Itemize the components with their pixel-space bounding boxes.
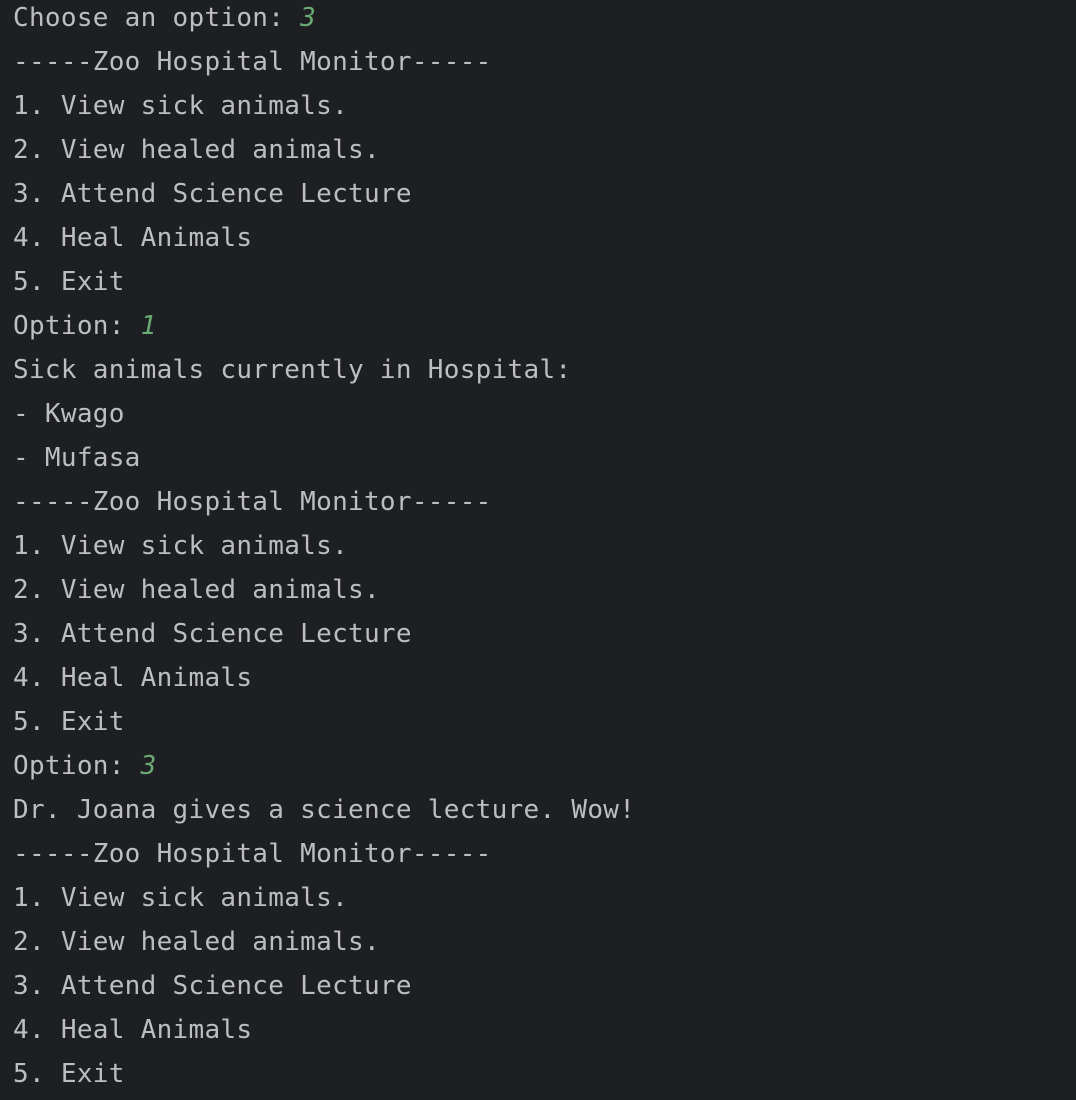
menu-option-2: 2. View healed animals.	[13, 575, 380, 605]
menu-option-1: 1. View sick animals.	[13, 531, 349, 561]
animal-list-item: - Mufasa	[13, 443, 141, 473]
animal-list-item: - Kwago	[13, 399, 125, 429]
prompt-line: Option: 3	[13, 748, 157, 792]
menu-option-4: 4. Heal Animals	[13, 223, 253, 253]
console-output[interactable]: Choose an option: 3 -----Zoo Hospital Mo…	[0, 0, 1076, 1098]
output-line: Sick animals currently in Hospital:	[13, 355, 572, 385]
user-input-value: 1	[140, 311, 157, 341]
prompt-line: Choose an option: 3	[13, 0, 316, 44]
menu-option-3: 3. Attend Science Lecture	[13, 179, 412, 209]
menu-option-5: 5. Exit	[13, 1059, 125, 1089]
menu-option-3: 3. Attend Science Lecture	[13, 619, 412, 649]
menu-option-1: 1. View sick animals.	[13, 883, 349, 913]
menu-header: -----Zoo Hospital Monitor-----	[13, 839, 492, 869]
output-line: Dr. Joana gives a science lecture. Wow!	[13, 795, 636, 825]
menu-option-2: 2. View healed animals.	[13, 927, 380, 957]
menu-option-5: 5. Exit	[13, 707, 125, 737]
menu-header: -----Zoo Hospital Monitor-----	[13, 487, 492, 517]
menu-option-5: 5. Exit	[13, 267, 125, 297]
menu-header: -----Zoo Hospital Monitor-----	[13, 47, 492, 77]
prompt-line: Option: 1	[13, 308, 157, 352]
menu-option-2: 2. View healed animals.	[13, 135, 380, 165]
user-input-value: 3	[140, 751, 157, 781]
prompt-text: Option:	[13, 751, 141, 781]
menu-option-4: 4. Heal Animals	[13, 663, 253, 693]
prompt-text: Choose an option:	[13, 3, 301, 33]
menu-option-4: 4. Heal Animals	[13, 1015, 253, 1045]
user-input-value: 3	[300, 3, 317, 33]
menu-option-1: 1. View sick animals.	[13, 91, 349, 121]
menu-option-3: 3. Attend Science Lecture	[13, 971, 412, 1001]
prompt-text: Option:	[13, 311, 141, 341]
